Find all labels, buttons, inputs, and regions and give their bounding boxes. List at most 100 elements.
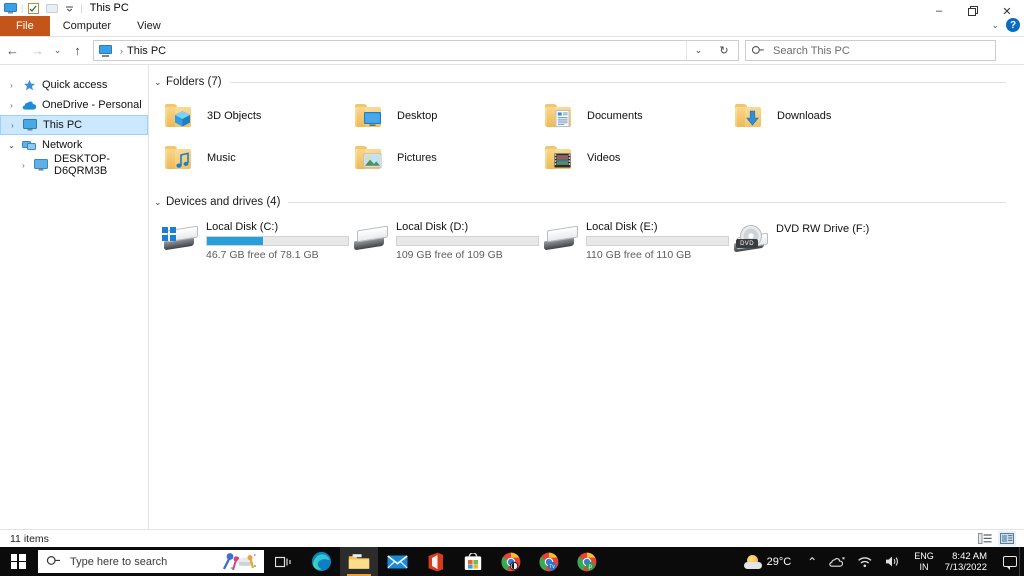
office-icon[interactable]: [416, 547, 454, 576]
list-item[interactable]: Documents: [530, 95, 720, 137]
sidebar-item-label: Network: [42, 139, 83, 151]
status-bar: 11 items: [0, 529, 1024, 547]
folders-tile-grid: 3D Objects Desktop Documents Downloads M…: [150, 95, 1024, 179]
list-item[interactable]: Downloads: [720, 95, 910, 137]
group-header-devices[interactable]: ⌄ Devices and drives (4): [154, 193, 1024, 211]
navigation-pane: › Quick access › OneDrive - Personal › T…: [0, 65, 149, 529]
star-icon: [19, 79, 39, 92]
item-label: DVD RW Drive (F:): [776, 223, 870, 235]
tray-overflow-icon[interactable]: ⌃: [801, 547, 823, 576]
chevron-down-icon[interactable]: ⌄: [154, 77, 166, 88]
language-indicator[interactable]: ENG IN: [907, 551, 941, 573]
capacity-bar: [396, 236, 539, 246]
chrome-app-icon[interactable]: [492, 547, 530, 576]
large-icons-view-button[interactable]: [998, 531, 1016, 546]
capacity-bar: [206, 236, 349, 246]
system-tray: 29°C ⌃ ENG IN 8:42 AM 7/13/2022: [743, 547, 1024, 576]
list-item[interactable]: Local Disk (D:) 109 GB free of 109 GB: [340, 219, 539, 261]
item-label: Desktop: [397, 110, 438, 122]
details-view-button[interactable]: [976, 531, 994, 546]
list-item[interactable]: Desktop: [340, 95, 530, 137]
item-label: Downloads: [777, 110, 832, 122]
list-item[interactable]: Music: [150, 137, 340, 179]
list-item[interactable]: Videos: [530, 137, 720, 179]
list-item[interactable]: DVD DVD RW Drive (F:): [720, 219, 910, 255]
address-input[interactable]: › This PC ⌄ ↻: [93, 40, 739, 61]
chrome-p-app-icon[interactable]: p: [568, 547, 606, 576]
taskbar-search-input[interactable]: Type here to search: [38, 550, 264, 573]
list-item[interactable]: Local Disk (E:) 110 GB free of 110 GB: [530, 219, 729, 261]
network-icon: [19, 139, 39, 151]
chevron-down-icon[interactable]: ⌄: [991, 20, 999, 31]
chevron-down-icon[interactable]: ⌄: [4, 141, 19, 150]
item-label: Local Disk (E:): [586, 221, 658, 233]
item-label: Documents: [587, 110, 643, 122]
customize-dropdown-icon[interactable]: [61, 1, 78, 16]
onedrive-tray-icon[interactable]: [823, 547, 851, 576]
new-folder-icon[interactable]: [43, 1, 60, 16]
drive-info: Local Disk (E:) 110 GB free of 110 GB: [586, 219, 729, 261]
sidebar-item-network[interactable]: ⌄ Network: [0, 135, 148, 155]
show-desktop-button[interactable]: [1019, 547, 1024, 576]
chevron-right-icon[interactable]: ›: [4, 81, 19, 90]
sidebar-item-onedrive[interactable]: › OneDrive - Personal: [0, 95, 148, 115]
view-toggle-group: [976, 531, 1016, 546]
microsoft-store-icon[interactable]: [454, 547, 492, 576]
dvd-label: DVD: [736, 239, 758, 248]
refresh-icon[interactable]: ↻: [712, 41, 736, 60]
chevron-right-icon[interactable]: ›: [4, 101, 19, 110]
mail-icon[interactable]: [378, 547, 416, 576]
ribbon-right-controls: ⌄ ?: [991, 18, 1020, 32]
drive-icon: [542, 225, 580, 255]
item-label: 3D Objects: [207, 110, 262, 122]
quick-access-toolbar: | |: [0, 0, 84, 16]
sidebar-item-this-pc[interactable]: › This PC: [0, 115, 148, 135]
partly-sunny-icon: [743, 554, 762, 569]
sidebar-item-desktop-d6qrm3b[interactable]: › DESKTOP-D6QRM3B: [0, 153, 148, 177]
address-dropdown-icon[interactable]: ⌄: [686, 41, 710, 60]
tab-file[interactable]: File: [0, 16, 50, 36]
list-item[interactable]: Pictures: [340, 137, 530, 179]
clock[interactable]: 8:42 AM 7/13/2022: [941, 551, 996, 573]
windows-drive-icon: [162, 225, 200, 255]
up-button[interactable]: ↑: [65, 38, 90, 63]
recent-locations-icon[interactable]: ⌄: [50, 38, 65, 63]
address-bar-row: ← → ⌄ ↑ › This PC ⌄ ↻ Search This PC: [0, 38, 1024, 63]
taskbar: Type here to search Tv p 29°C ⌃ ENG IN 8…: [0, 547, 1024, 576]
properties-icon[interactable]: [25, 1, 42, 16]
weather-widget[interactable]: 29°C: [743, 554, 792, 569]
drive-info: DVD RW Drive (F:): [776, 219, 869, 235]
list-item[interactable]: 3D Objects: [150, 95, 340, 137]
chrome-tv-app-icon[interactable]: Tv: [530, 547, 568, 576]
this-pc-icon[interactable]: [2, 1, 19, 16]
start-button[interactable]: [0, 547, 36, 576]
dvd-drive-icon: DVD: [732, 225, 770, 255]
group-divider: [229, 81, 1006, 83]
window-title: This PC: [89, 2, 129, 14]
tab-view[interactable]: View: [124, 16, 174, 36]
help-icon[interactable]: ?: [1006, 18, 1020, 32]
folder-desktop-icon: [352, 98, 388, 134]
tab-computer[interactable]: Computer: [50, 16, 124, 36]
search-input[interactable]: Search This PC: [745, 40, 996, 61]
file-explorer-icon[interactable]: [340, 547, 378, 576]
title-bar: | | This PC – ✕: [0, 0, 1024, 18]
folder-downloads-icon: [732, 98, 768, 134]
drive-info: Local Disk (D:) 109 GB free of 109 GB: [396, 219, 539, 261]
breadcrumb[interactable]: This PC: [127, 45, 166, 57]
back-button[interactable]: ←: [0, 38, 25, 63]
capacity-text: 46.7 GB free of 78.1 GB: [206, 249, 319, 261]
group-header-folders[interactable]: ⌄ Folders (7): [154, 73, 1024, 91]
list-item[interactable]: Local Disk (C:) 46.7 GB free of 78.1 GB: [150, 219, 349, 261]
task-view-icon[interactable]: [264, 547, 302, 576]
sidebar-item-label: DESKTOP-D6QRM3B: [54, 153, 111, 177]
speaker-icon[interactable]: [879, 547, 907, 576]
microsoft-edge-icon[interactable]: [302, 547, 340, 576]
chevron-right-icon[interactable]: ›: [16, 161, 31, 170]
chevron-right-icon[interactable]: ›: [5, 121, 20, 130]
qat-divider-1: |: [21, 2, 24, 13]
wifi-icon[interactable]: [851, 547, 879, 576]
weather-temperature: 29°C: [766, 555, 792, 568]
sidebar-item-quick-access[interactable]: › Quick access: [0, 75, 148, 95]
chevron-down-icon[interactable]: ⌄: [154, 197, 166, 208]
